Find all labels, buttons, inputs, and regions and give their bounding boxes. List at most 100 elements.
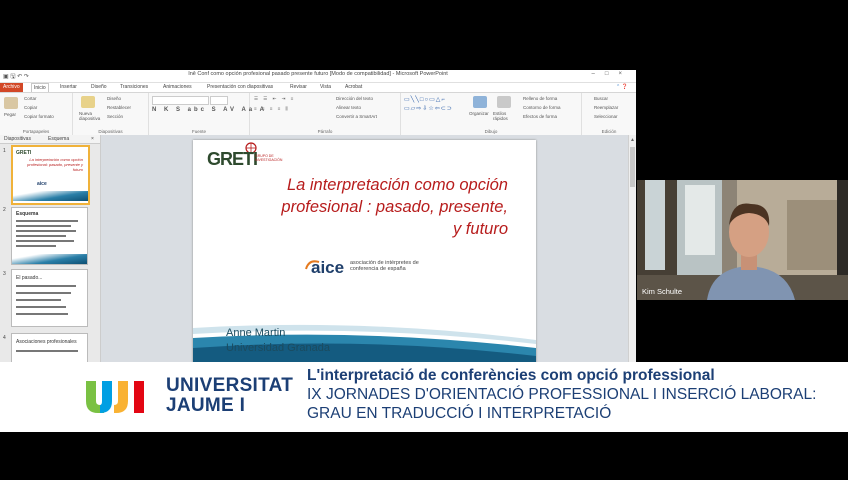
thumb-text-line bbox=[16, 292, 71, 294]
group-edicion: Buscar Reemplazar Seleccionar Edición bbox=[582, 93, 636, 135]
tab-animaciones[interactable]: Animaciones bbox=[163, 84, 192, 90]
banner-title: L'interpretació de conferències com opci… bbox=[307, 367, 715, 384]
lower-third-banner: UNIVERSITAT JAUME I L'interpretació de c… bbox=[0, 362, 848, 432]
layout-button[interactable]: Diseño bbox=[107, 96, 121, 101]
arrange-button[interactable]: Organizar bbox=[469, 111, 489, 116]
thumb-text-line bbox=[16, 299, 61, 301]
new-slide-button[interactable]: Nueva diapositiva bbox=[79, 111, 103, 121]
window-controls[interactable]: –□× bbox=[592, 71, 632, 77]
scroll-thumb[interactable] bbox=[630, 147, 635, 187]
shape-effects-button[interactable]: Efectos de forma bbox=[523, 114, 557, 119]
select-button[interactable]: Seleccionar bbox=[594, 114, 618, 119]
arrange-icon[interactable] bbox=[473, 96, 487, 108]
thumbnail-number: 2 bbox=[3, 207, 6, 213]
group-diapositivas: Nueva diapositiva Diseño Restablecer Sec… bbox=[73, 93, 149, 135]
thumb-text-line bbox=[16, 306, 66, 308]
tab-diseno[interactable]: Diseño bbox=[91, 84, 107, 90]
close-pane-icon[interactable]: × bbox=[91, 136, 94, 142]
group-parrafo: ☰ ☰ ⇤ ⇥ ≡ ≡ ≡ ≡ ≡ ⫼ Dirección del texto … bbox=[250, 93, 401, 135]
quick-styles-icon[interactable] bbox=[497, 96, 511, 108]
tab-vista[interactable]: Vista bbox=[320, 84, 331, 90]
thumb-text-line bbox=[16, 240, 74, 242]
slide-title-line: La interpretación como opción bbox=[286, 176, 508, 194]
section-button[interactable]: Sección bbox=[107, 114, 123, 119]
quick-styles-button[interactable]: Estilos rápidos bbox=[493, 111, 515, 121]
group-label: Portapapeles bbox=[22, 129, 50, 134]
slide-editing-area: GRETI GRUPO DE INVESTIGACIÓN La interpre… bbox=[101, 135, 628, 362]
aice-logo: aice bbox=[311, 258, 345, 277]
pane-tabs: Diapositivas Esquema × bbox=[0, 135, 100, 144]
align-text-button[interactable]: Alinear texto bbox=[336, 105, 361, 110]
copy-button[interactable]: Copiar bbox=[24, 105, 37, 110]
powerpoint-window: ▣ 🖫 ↶ ↷ Inê Conf como opción profesional… bbox=[0, 70, 636, 362]
format-painter-button[interactable]: Copiar formato bbox=[24, 114, 54, 119]
shape-outline-button[interactable]: Contorno de forma bbox=[523, 105, 561, 110]
thumbnail-number: 4 bbox=[3, 335, 6, 341]
find-button[interactable]: Buscar bbox=[594, 96, 608, 101]
slide-title-line: profesional : pasado, presente, bbox=[281, 198, 508, 216]
paste-icon[interactable] bbox=[4, 97, 18, 109]
cut-button[interactable]: Cortar bbox=[24, 96, 37, 101]
group-fuente: N K S abc S AV Aa A Fuente bbox=[149, 93, 264, 135]
slide-thumbnail-2[interactable]: Esquema bbox=[11, 207, 88, 265]
tab-outline[interactable]: Esquema bbox=[48, 136, 69, 142]
shape-fill-button[interactable]: Relleno de forma bbox=[523, 96, 557, 101]
group-label: Párrafo bbox=[317, 129, 333, 134]
tab-slides[interactable]: Diapositivas bbox=[4, 136, 31, 142]
smartart-button[interactable]: Convertir a SmartArt bbox=[336, 114, 377, 119]
tab-transiciones[interactable]: Transiciones bbox=[120, 84, 148, 90]
banner-subtitle: IX JORNADES D'ORIENTACIÓ PROFESSIONAL I … bbox=[307, 386, 817, 403]
tab-insertar[interactable]: Insertar bbox=[60, 84, 77, 90]
greti-logo-subtitle: GRUPO DE INVESTIGACIÓN bbox=[255, 154, 283, 162]
thumbnail-number: 3 bbox=[3, 271, 6, 277]
shapes-gallery[interactable]: ▭╲╲□○▭△⌐ bbox=[404, 96, 446, 103]
webcam-video: Kim Schulte bbox=[637, 180, 848, 300]
thumb-text-line bbox=[16, 313, 68, 315]
scroll-up-icon[interactable]: ▲ bbox=[630, 137, 635, 143]
aice-description: asociación de intérpretes de conferencia… bbox=[350, 260, 419, 272]
shapes-gallery-row2[interactable]: ▭▱⇨⇩☆⇦⊂⊃ bbox=[404, 105, 453, 112]
vertical-scrollbar[interactable]: ▲ bbox=[628, 135, 636, 362]
thumb-title: La interpretación como opción profesiona… bbox=[27, 157, 83, 172]
slides-pane: Diapositivas Esquema × 1 GRETI La interp… bbox=[0, 135, 101, 362]
help-icon[interactable]: ⌃ ❓ bbox=[616, 84, 628, 90]
close-button[interactable]: × bbox=[618, 71, 632, 77]
align-buttons[interactable]: ≡ ≡ ≡ ≡ ⫼ bbox=[254, 106, 290, 111]
thumb-title: Esquema bbox=[16, 211, 39, 217]
tab-archivo[interactable]: Archivo bbox=[0, 83, 23, 92]
tab-revisar[interactable]: Revisar bbox=[290, 84, 307, 90]
group-dibujo: ▭╲╲□○▭△⌐ ▭▱⇨⇩☆⇦⊂⊃ Organizar Estilos rápi… bbox=[401, 93, 582, 135]
group-label: Diapositivas bbox=[98, 129, 123, 134]
university-name-line1: UNIVERSITAT bbox=[166, 375, 294, 396]
maximize-button[interactable]: □ bbox=[605, 71, 619, 77]
new-slide-icon[interactable] bbox=[81, 96, 95, 108]
font-size-select[interactable] bbox=[210, 96, 228, 105]
group-label: Edición bbox=[601, 129, 617, 134]
window-title: Inê Conf como opción profesional pasado … bbox=[188, 71, 448, 77]
slide-thumbnail-1[interactable]: GRETI La interpretación como opción prof… bbox=[11, 145, 90, 205]
thumb-logo: GRETI bbox=[16, 150, 32, 156]
slide-thumbnail-4[interactable]: Asociaciones profesionales bbox=[11, 333, 88, 362]
text-direction-button[interactable]: Dirección del texto bbox=[336, 96, 373, 101]
slide-thumbnail-3[interactable]: El pasado... bbox=[11, 269, 88, 327]
participant-name: Kim Schulte bbox=[642, 287, 683, 296]
current-slide[interactable]: GRETI GRUPO DE INVESTIGACIÓN La interpre… bbox=[193, 140, 536, 362]
thumb-title: Asociaciones profesionales bbox=[16, 339, 77, 345]
list-buttons[interactable]: ☰ ☰ ⇤ ⇥ ≡ bbox=[254, 96, 295, 102]
title-bar: ▣ 🖫 ↶ ↷ Inê Conf como opción profesional… bbox=[0, 70, 636, 83]
reset-button[interactable]: Restablecer bbox=[107, 105, 131, 110]
thumb-text-line bbox=[16, 285, 76, 287]
replace-button[interactable]: Reemplazar bbox=[594, 105, 618, 110]
thumb-text-line bbox=[16, 230, 76, 232]
group-label: Fuente bbox=[191, 129, 206, 134]
tab-inicio[interactable]: Inicio bbox=[31, 83, 49, 92]
slide-university: Universidad Granada bbox=[226, 342, 330, 354]
greti-logo-text: GRETI bbox=[207, 149, 258, 169]
slide-title[interactable]: La interpretación como opción profesiona… bbox=[213, 174, 508, 240]
tab-acrobat[interactable]: Acrobat bbox=[345, 84, 362, 90]
tab-presentacion[interactable]: Presentación con diapositivas bbox=[207, 84, 273, 90]
font-name-select[interactable] bbox=[152, 96, 209, 105]
paste-button[interactable]: Pegar bbox=[4, 112, 16, 117]
minimize-button[interactable]: – bbox=[592, 71, 605, 77]
thumb-title: El pasado... bbox=[16, 275, 43, 281]
